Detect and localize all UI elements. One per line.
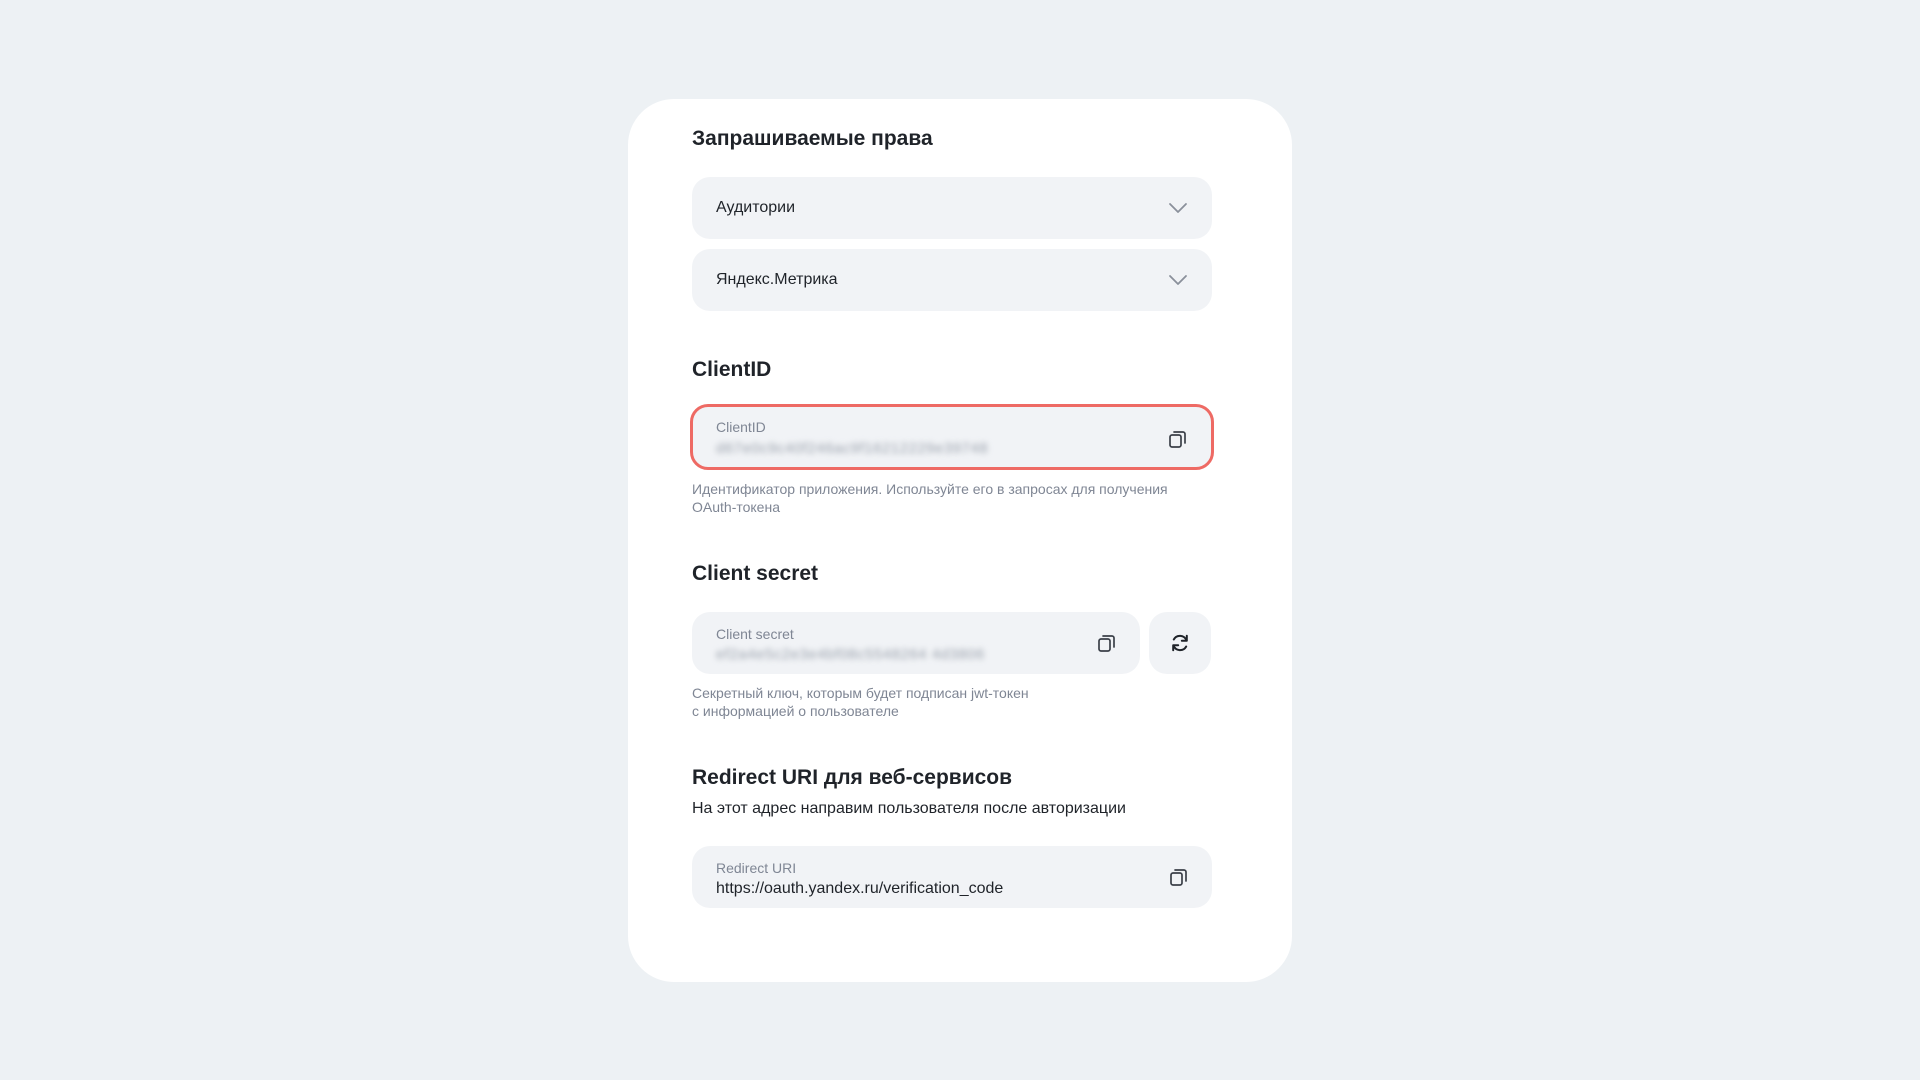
permission-select-label: Яндекс.Метрика: [716, 271, 838, 288]
copy-redirect-uri-button[interactable]: [1168, 866, 1190, 888]
client-secret-title: Client secret: [692, 562, 819, 585]
regenerate-secret-button[interactable]: [1149, 612, 1211, 674]
copy-icon: [1098, 635, 1115, 652]
copy-client-id-button[interactable]: [1167, 428, 1189, 450]
client-secret-hint-line2: с информацией о пользователе: [692, 703, 899, 719]
permissions-title: Запрашиваемые права: [692, 127, 933, 150]
redirect-uri-description: На этот адрес направим пользователя посл…: [692, 800, 1126, 817]
client-id-hint: Идентификатор приложения. Используйте ег…: [692, 481, 1168, 515]
client-id-field-label: ClientID: [716, 419, 766, 435]
app-settings-card: Запрашиваемые права Аудитории Яндекс.Мет…: [628, 99, 1292, 982]
client-id-field[interactable]: ClientID d67e0c9c40f246ac9f16212229e3974…: [690, 404, 1214, 470]
client-id-title: ClientID: [692, 358, 772, 381]
client-secret-hint: Секретный ключ, которым будет подписан j…: [692, 684, 1029, 720]
copy-icon: [1170, 869, 1187, 886]
redirect-uri-field[interactable]: Redirect URI https://oauth.yandex.ru/ver…: [692, 846, 1212, 908]
copy-client-secret-button[interactable]: [1096, 632, 1118, 654]
client-secret-value: ef2a4e5c2e3e4bf08c5548264 4d3806: [716, 646, 985, 663]
refresh-icon: [1172, 634, 1188, 652]
chevron-down-icon: [1169, 203, 1187, 213]
copy-icon: [1169, 431, 1186, 448]
permission-select-metrika[interactable]: Яндекс.Метрика: [692, 249, 1212, 311]
client-secret-hint-line1: Секретный ключ, которым будет подписан j…: [692, 685, 1029, 701]
redirect-uri-value: https://oauth.yandex.ru/verification_cod…: [716, 880, 1004, 897]
redirect-uri-field-label: Redirect URI: [716, 860, 797, 876]
client-secret-field[interactable]: Client secret ef2a4e5c2e3e4bf08c5548264 …: [692, 612, 1140, 674]
permission-select-audiences[interactable]: Аудитории: [692, 177, 1212, 239]
redirect-uri-title: Redirect URI для веб-сервисов: [692, 766, 1013, 789]
client-id-value: d67e0c9c40f246ac9f16212229e39748: [716, 440, 989, 457]
permission-select-label: Аудитории: [716, 199, 796, 216]
client-secret-field-label: Client secret: [716, 626, 794, 642]
chevron-down-icon: [1169, 275, 1187, 285]
